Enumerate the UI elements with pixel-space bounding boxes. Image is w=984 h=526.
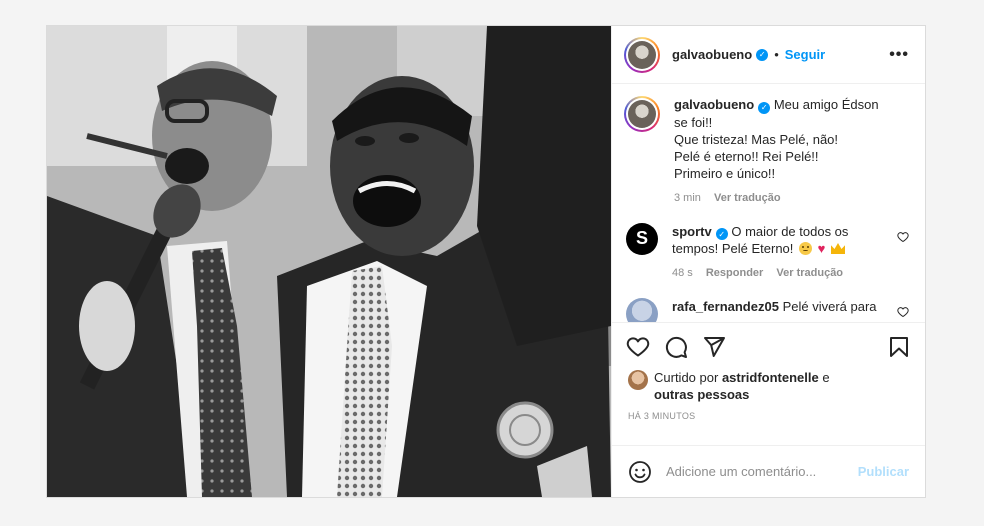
verified-badge-icon: ✓ <box>715 228 728 240</box>
post-header: galvaobueno ✓ • Seguir ••• <box>612 26 925 84</box>
caption-username[interactable]: galvaobueno <box>674 97 754 112</box>
red-heart-icon: ♥ <box>817 241 826 256</box>
comment-body: rafa_fernandez05 Pelé viverá para <box>672 298 890 322</box>
separator-dot: • <box>774 47 779 62</box>
post-photo-illustration <box>47 26 611 497</box>
post-photo[interactable] <box>47 26 611 497</box>
comment-username[interactable]: rafa_fernandez05 <box>672 299 779 314</box>
caption-line-3: Pelé é eterno!! Rei Pelé!! <box>674 148 819 164</box>
comment-time: 48 s <box>672 267 693 279</box>
share-icon[interactable] <box>702 335 726 359</box>
likes-summary: Curtido por astridfontenelle e outras pe… <box>612 365 925 403</box>
caption-line-2: Que tristeza! Mas Pelé, não! <box>674 131 839 147</box>
crown-icon <box>831 243 845 254</box>
verified-badge-icon: ✓ <box>756 48 769 61</box>
avatar-image <box>628 40 656 69</box>
likes-joiner: e <box>822 370 830 385</box>
author-avatar[interactable] <box>624 36 660 73</box>
comments-list[interactable]: galvaobueno ✓ Meu amigo Édson se foi!! Qu… <box>612 84 925 323</box>
comment-username[interactable]: sportv <box>672 224 712 239</box>
other-likers-link[interactable]: outras pessoas <box>654 387 749 402</box>
caption: galvaobueno ✓ Meu amigo Édson se foi!! Qu… <box>624 96 909 207</box>
post-timestamp[interactable]: HÁ 3 MINUTOS <box>612 403 925 421</box>
reply-link[interactable]: Responder <box>706 267 763 279</box>
instagram-post: galvaobueno ✓ • Seguir ••• galvaobueno ✓ … <box>46 25 926 498</box>
heart-icon[interactable] <box>626 335 650 359</box>
comment-translate-link[interactable]: Ver tradução <box>776 267 843 279</box>
comment-icon[interactable] <box>664 335 688 359</box>
comment-input[interactable] <box>666 464 846 479</box>
caption-time: 3 min <box>674 191 701 204</box>
author-username[interactable]: galvaobueno <box>672 47 752 62</box>
post-sidebar: galvaobueno ✓ • Seguir ••• galvaobueno ✓ … <box>611 26 925 497</box>
smiley-icon[interactable] <box>628 460 652 484</box>
likes-prefix: Curtido por <box>654 370 719 385</box>
caption-avatar[interactable] <box>624 96 660 132</box>
comment-body: sportv ✓ O maior de todos os tempos! Pelé… <box>672 223 890 283</box>
comment-text: Pelé viverá para <box>782 299 877 314</box>
comment-item: rafa_fernandez05 Pelé viverá para <box>624 298 909 322</box>
comment-meta: 48 s Responder Ver tradução <box>672 265 890 282</box>
publish-button[interactable]: Publicar <box>858 464 909 479</box>
liker-avatar[interactable] <box>628 370 648 390</box>
more-options-icon[interactable]: ••• <box>889 46 909 64</box>
caption-body: galvaobueno ✓ Meu amigo Édson se foi!! Qu… <box>674 96 892 207</box>
commenter-avatar[interactable]: S <box>626 222 658 255</box>
like-comment-heart-icon[interactable] <box>897 231 909 243</box>
add-comment-bar: Publicar <box>612 445 925 497</box>
verified-badge-icon: ✓ <box>758 101 771 114</box>
comment-item: S sportv ✓ O maior de todos os tempos! Pe… <box>624 222 909 283</box>
like-comment-heart-icon[interactable] <box>897 306 909 318</box>
likes-text: Curtido por astridfontenelle e outras pe… <box>654 369 830 403</box>
caption-line-4: Primeiro e único!! <box>674 165 776 181</box>
sad-face-icon <box>799 242 813 255</box>
caption-meta: 3 min Ver tradução <box>674 190 892 207</box>
avatar-image <box>628 100 656 128</box>
liker-username[interactable]: astridfontenelle <box>722 370 819 385</box>
bookmark-icon[interactable] <box>887 335 911 359</box>
commenter-avatar[interactable] <box>626 298 658 322</box>
action-bar <box>612 329 925 365</box>
follow-button[interactable]: Seguir <box>785 47 825 62</box>
caption-translate-link[interactable]: Ver tradução <box>714 192 781 204</box>
